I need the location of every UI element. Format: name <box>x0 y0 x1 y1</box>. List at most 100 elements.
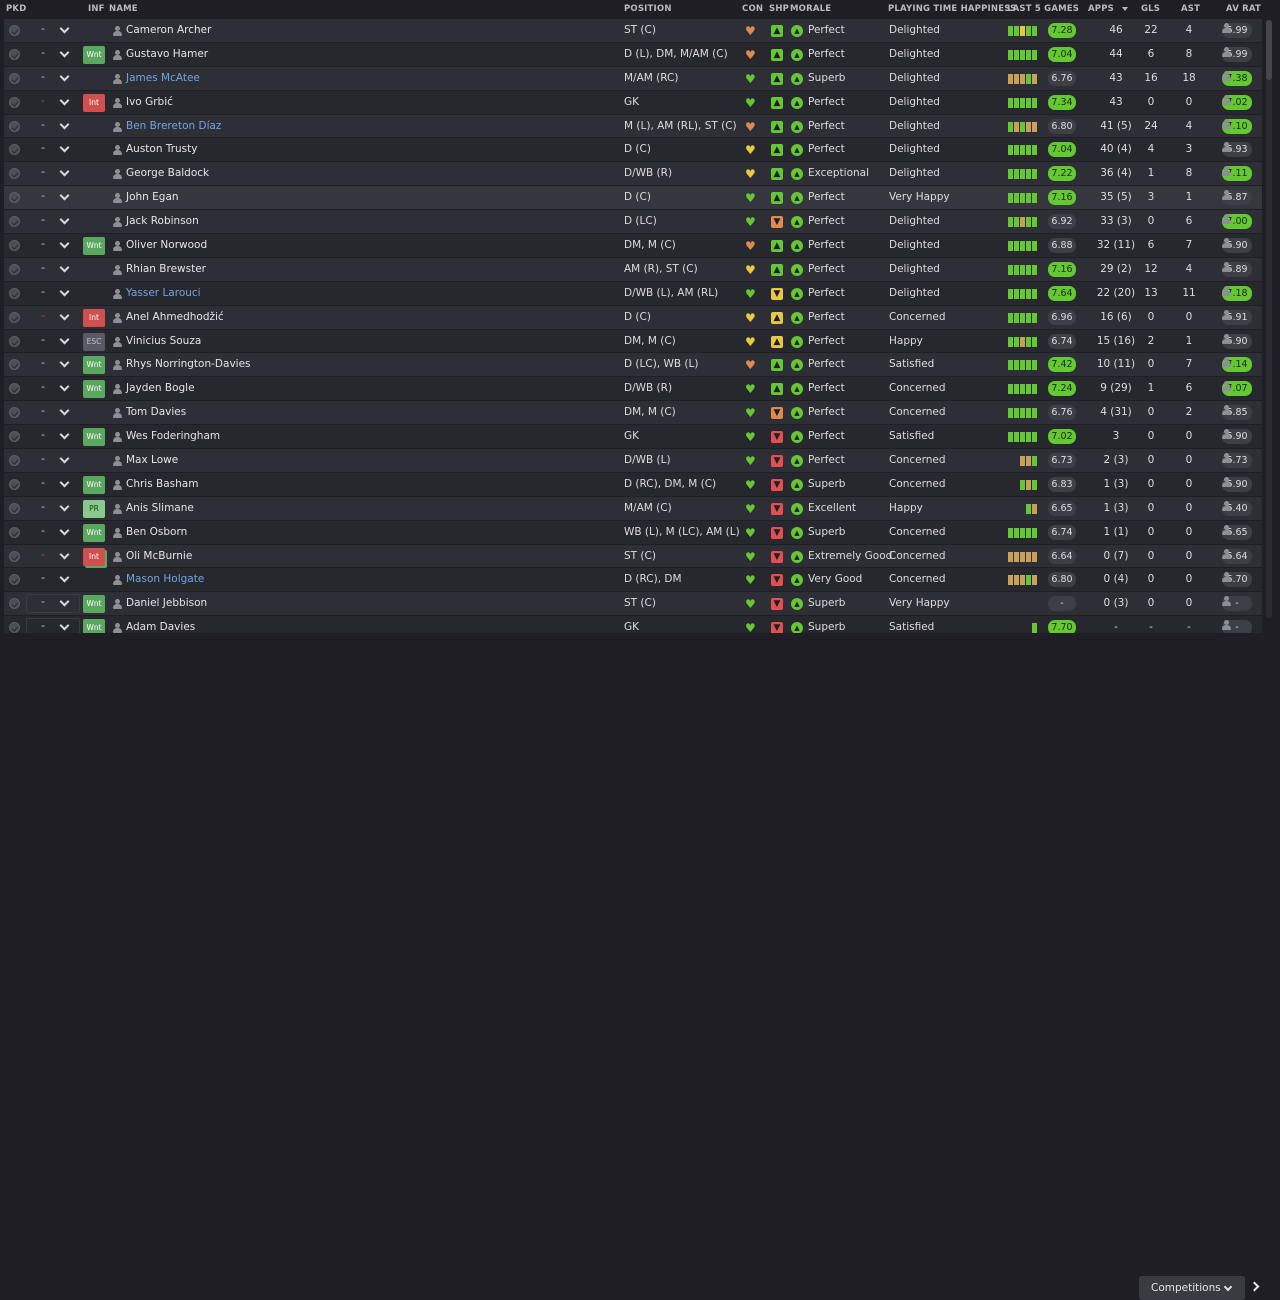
chevron-down-icon[interactable] <box>59 405 70 416</box>
selection-dropdown-frame[interactable] <box>26 594 80 614</box>
picked-checkbox[interactable] <box>9 144 20 156</box>
player-name[interactable]: Jack Robinson <box>126 215 199 227</box>
chevron-down-icon[interactable] <box>59 334 70 345</box>
table-row[interactable]: - Yasser Larouci D/WB (L), AM (RL) ♥ ▼ ▲… <box>4 281 1262 306</box>
col-name[interactable]: NAME <box>109 4 138 14</box>
picked-checkbox[interactable] <box>9 192 20 204</box>
picked-checkbox[interactable] <box>9 598 20 610</box>
picked-checkbox[interactable] <box>9 240 20 252</box>
chevron-down-icon[interactable] <box>59 549 70 560</box>
chevron-down-icon[interactable] <box>59 238 70 249</box>
table-row[interactable]: - Mason Holgate D (RC), DM ♥ ▼ ▲ Very Go… <box>4 568 1262 593</box>
scrollbar-thumb[interactable] <box>1266 20 1272 80</box>
table-row[interactable]: - PR Anis Slimane M/AM (C) ♥ ▼ ▲ Excelle… <box>4 496 1262 521</box>
player-name[interactable]: Ivo Grbić <box>126 96 173 108</box>
chevron-down-icon[interactable] <box>59 453 70 464</box>
interest-badge[interactable]: Wnt <box>83 475 105 494</box>
table-row[interactable]: - Auston Trusty D (C) ♥ ▲ ▲ Perfect Deli… <box>4 138 1262 163</box>
chevron-down-icon[interactable] <box>59 310 70 321</box>
col-shp[interactable]: SHP <box>769 4 789 14</box>
player-name[interactable]: Rhys Norrington-Davies <box>126 358 251 370</box>
picked-checkbox[interactable] <box>9 335 20 347</box>
picked-checkbox[interactable] <box>9 574 20 586</box>
table-row[interactable]: - John Egan D (C) ♥ ▲ ▲ Perfect Very Hap… <box>4 186 1262 211</box>
chevron-down-icon[interactable] <box>59 501 70 512</box>
table-row[interactable]: - Int Ivo Grbić GK ♥ ▲ ▲ Perfect Delight… <box>4 90 1262 115</box>
chevron-down-icon[interactable] <box>59 214 70 225</box>
player-name[interactable]: Anel Ahmedhodžić <box>126 311 224 323</box>
table-row[interactable]: - Wnt Oliver Norwood DM, M (C) ♥ ▲ ▲ Per… <box>4 234 1262 258</box>
player-name[interactable]: Yasser Larouci <box>126 287 201 299</box>
table-row[interactable]: - Ben Brereton Díaz M (L), AM (RL), ST (… <box>4 114 1262 139</box>
interest-badge[interactable]: Int <box>83 547 105 566</box>
chevron-down-icon[interactable] <box>59 23 70 34</box>
picked-checkbox[interactable] <box>9 383 20 395</box>
table-row[interactable]: - James McAtee M/AM (RC) ♥ ▲ ▲ Superb De… <box>4 66 1262 91</box>
picked-checkbox[interactable] <box>9 96 20 108</box>
competitions-dropdown[interactable]: Competitions <box>1139 1276 1245 1300</box>
player-name[interactable]: Ben Brereton Díaz <box>126 120 221 132</box>
player-name[interactable]: Auston Trusty <box>126 143 198 155</box>
col-inf[interactable]: INF <box>88 4 105 14</box>
table-row[interactable]: - Wnt Daniel Jebbison ST (C) ♥ ▼ ▲ Super… <box>4 592 1262 617</box>
table-row[interactable]: - Max Lowe D/WB (L) ♥ ▼ ▲ Perfect Concer… <box>4 449 1262 473</box>
picked-checkbox[interactable] <box>9 455 20 467</box>
chevron-down-icon[interactable] <box>59 143 70 153</box>
chevron-down-icon[interactable] <box>59 573 70 583</box>
player-name[interactable]: Anis Slimane <box>126 502 194 514</box>
interest-badge[interactable]: Int <box>83 93 105 112</box>
table-row[interactable]: - Int Anel Ahmedhodžić D (C) ♥ ▲ ▲ Perfe… <box>4 305 1262 330</box>
interest-badge[interactable]: Wnt <box>83 428 105 447</box>
player-name[interactable]: Gustavo Hamer <box>126 48 208 60</box>
picked-checkbox[interactable] <box>9 311 20 323</box>
picked-checkbox[interactable] <box>9 287 20 299</box>
player-name[interactable]: Wes Foderingham <box>126 430 220 442</box>
table-row[interactable]: - Wnt Chris Basham D (RC), DM, M (C) ♥ ▼… <box>4 472 1262 497</box>
table-row[interactable]: - Wnt Ben Osborn WB (L), M (LC), AM (L) … <box>4 520 1262 545</box>
table-row[interactable]: - Cameron Archer ST (C) ♥ ▲ ▲ Perfect De… <box>4 19 1262 43</box>
interest-badge[interactable]: Wnt <box>83 356 105 375</box>
chevron-down-icon[interactable] <box>59 71 70 82</box>
col-con[interactable]: CON <box>742 4 763 14</box>
table-row[interactable]: - ESC Vinicius Souza DM, M (C) ♥ ▲ ▲ Per… <box>4 329 1262 354</box>
picked-checkbox[interactable] <box>9 48 20 60</box>
chevron-right-icon[interactable] <box>1249 1281 1260 1292</box>
picked-checkbox[interactable] <box>9 431 20 443</box>
player-name[interactable]: Vinicius Souza <box>126 335 201 347</box>
player-name[interactable]: Cameron Archer <box>126 24 211 36</box>
table-row[interactable]: - Tom Davies DM, M (C) ♥ ▼ ▲ Perfect Con… <box>4 401 1262 426</box>
picked-checkbox[interactable] <box>9 120 20 132</box>
col-morale[interactable]: MORALE <box>790 4 831 14</box>
table-row[interactable]: - Wnt Jayden Bogle D/WB (R) ♥ ▲ ▲ Perfec… <box>4 377 1262 402</box>
chevron-down-icon[interactable] <box>59 119 70 130</box>
chevron-down-icon[interactable] <box>59 477 70 488</box>
interest-badge[interactable]: Wnt <box>83 595 105 614</box>
interest-badge[interactable]: PR <box>83 499 105 518</box>
picked-checkbox[interactable] <box>9 216 20 228</box>
chevron-down-icon[interactable] <box>59 525 70 536</box>
table-row[interactable]: - Wnt Gustavo Hamer D (L), DM, M/AM (C) … <box>4 42 1262 67</box>
table-row[interactable]: - Jack Robinson D (LC) ♥ ▼ ▲ Perfect Del… <box>4 210 1262 235</box>
picked-checkbox[interactable] <box>9 168 20 180</box>
player-name[interactable]: Tom Davies <box>126 406 186 418</box>
col-ast[interactable]: AST <box>1181 4 1200 14</box>
interest-badge[interactable]: Wnt <box>83 45 105 64</box>
picked-checkbox[interactable] <box>9 25 20 36</box>
picked-checkbox[interactable] <box>9 502 20 514</box>
picked-checkbox[interactable] <box>9 72 20 84</box>
player-name[interactable]: Mason Holgate <box>126 573 204 585</box>
chevron-down-icon[interactable] <box>59 286 70 297</box>
col-position[interactable]: POSITION <box>624 4 672 14</box>
chevron-down-icon[interactable] <box>59 429 70 440</box>
picked-checkbox[interactable] <box>9 263 20 275</box>
col-gls[interactable]: GLS <box>1141 4 1160 14</box>
player-name[interactable]: Oliver Norwood <box>126 239 207 251</box>
player-name[interactable]: Chris Basham <box>126 478 198 490</box>
interest-badge[interactable]: Wnt <box>83 523 105 542</box>
interest-badge[interactable]: ESC <box>83 332 105 351</box>
table-row[interactable]: - Rhian Brewster AM (R), ST (C) ♥ ▲ ▲ Pe… <box>4 257 1262 282</box>
picked-checkbox[interactable] <box>9 407 20 419</box>
table-row[interactable]: - Int Oli McBurnie ST (C) ♥ ▼ ▲ Extremel… <box>4 544 1262 569</box>
player-name[interactable]: Daniel Jebbison <box>126 597 207 609</box>
table-row[interactable]: - Wnt Rhys Norrington-Davies D (LC), WB … <box>4 353 1262 378</box>
